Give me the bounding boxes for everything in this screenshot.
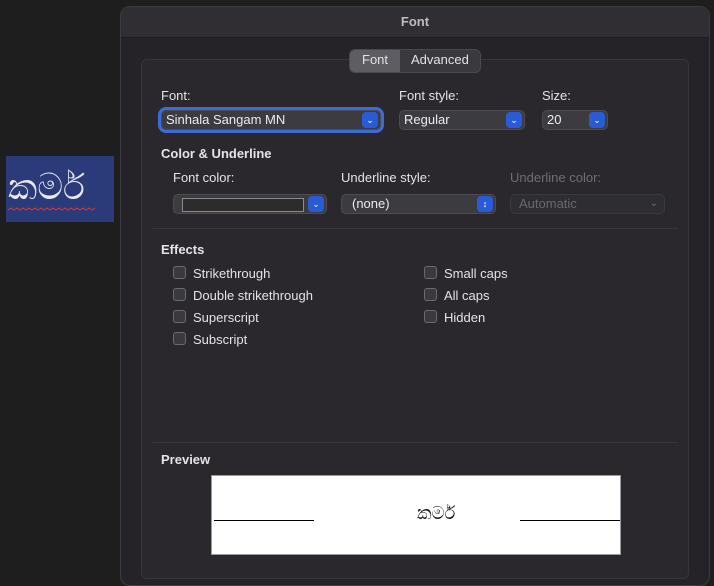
tab-font[interactable]: Font	[350, 50, 401, 72]
font-family-popup[interactable]: Sinhala Sangam MN ⌄	[158, 107, 384, 133]
font-family-value: Sinhala Sangam MN	[166, 112, 286, 127]
subscript-label: Subscript	[193, 332, 248, 347]
all-caps-checkbox[interactable]	[424, 288, 437, 301]
section-divider	[153, 442, 678, 443]
underline-color-value: Automatic	[519, 196, 577, 211]
font-size-popup[interactable]: 20 ⌄	[542, 110, 608, 130]
all-caps-label: All caps	[444, 288, 490, 303]
preview-text: කර්ම	[417, 503, 456, 524]
underline-color-popup: Automatic ⌄	[510, 194, 665, 214]
underline-style-value: (none)	[352, 196, 390, 211]
tab-advanced[interactable]: Advanced	[400, 50, 480, 72]
preview-baseline-right	[520, 520, 620, 521]
small-caps-label: Small caps	[444, 266, 508, 281]
tab-bar: Font Advanced	[349, 49, 481, 73]
font-color-popup[interactable]: ⌄	[173, 194, 327, 214]
double-strikethrough-checkbox[interactable]	[173, 288, 186, 301]
color-underline-heading: Color & Underline	[161, 146, 272, 161]
preview-box: කර්ම	[211, 475, 621, 555]
double-strikethrough-label: Double strikethrough	[193, 288, 313, 303]
strikethrough-checkbox[interactable]	[173, 266, 186, 279]
preview-baseline-left	[214, 520, 314, 521]
underline-style-popup[interactable]: (none) ↕	[341, 194, 496, 214]
document-selected-text[interactable]: කර්ම	[8, 166, 85, 210]
underline-color-label: Underline color:	[510, 170, 602, 185]
size-label: Size:	[542, 88, 571, 103]
spelling-squiggle	[8, 207, 96, 211]
hidden-checkbox[interactable]	[424, 310, 437, 323]
superscript-label: Superscript	[193, 310, 259, 325]
up-down-chevron-icon: ↕	[477, 196, 493, 212]
font-label: Font:	[161, 88, 191, 103]
effects-heading: Effects	[161, 242, 205, 257]
dialog-titlebar[interactable]: Font	[121, 7, 709, 38]
font-size-value: 20	[547, 112, 562, 127]
chevron-down-icon: ⌄	[649, 198, 658, 209]
subscript-checkbox[interactable]	[173, 332, 186, 345]
superscript-checkbox[interactable]	[173, 310, 186, 323]
font-dialog: Font Font Advanced Font: Font style: Siz…	[120, 6, 710, 586]
font-style-popup[interactable]: Regular ⌄	[399, 110, 525, 130]
chevron-down-icon: ⌄	[308, 196, 324, 212]
font-style-label: Font style:	[399, 88, 459, 103]
dialog-title: Font	[400, 14, 430, 29]
underline-style-label: Underline style:	[341, 170, 431, 185]
preview-heading: Preview	[161, 452, 211, 467]
chevron-down-icon: ⌄	[506, 112, 522, 128]
font-style-value: Regular	[404, 112, 450, 127]
font-color-swatch	[182, 198, 304, 212]
chevron-down-icon: ⌄	[362, 112, 378, 128]
hidden-label: Hidden	[444, 310, 486, 325]
small-caps-checkbox[interactable]	[424, 266, 437, 279]
font-color-label: Font color:	[173, 170, 235, 185]
strikethrough-label: Strikethrough	[193, 266, 271, 281]
section-divider	[153, 228, 678, 229]
chevron-down-icon: ⌄	[589, 112, 605, 128]
